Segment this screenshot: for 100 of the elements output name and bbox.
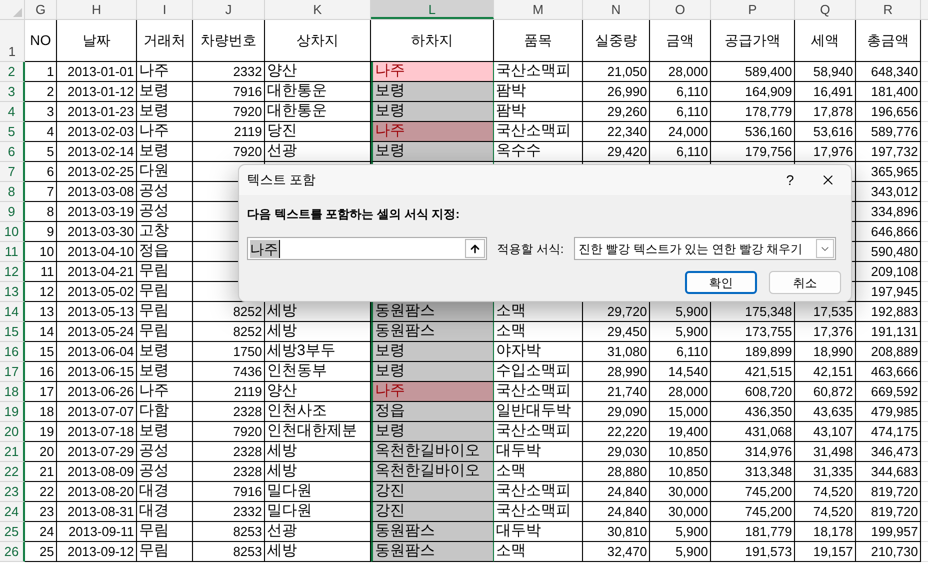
column-title: 거래처 xyxy=(137,20,193,62)
table-cell: 819,720 xyxy=(856,482,921,502)
column-header[interactable]: H xyxy=(57,0,137,19)
table-cell: 11 xyxy=(25,262,57,282)
table-cell: 일반대두박 xyxy=(494,402,583,422)
row-header[interactable]: 21 xyxy=(0,442,25,462)
table-cell: 3 xyxy=(25,102,57,122)
table-cell: 22 xyxy=(25,482,57,502)
table-cell: 14,540 xyxy=(650,362,711,382)
table-cell: 2013-09-11 xyxy=(57,522,137,542)
table-cell: 강진 xyxy=(371,502,494,522)
row-header[interactable]: 24 xyxy=(0,502,25,522)
table-cell: 22,220 xyxy=(583,422,650,442)
row-header[interactable]: 23 xyxy=(0,482,25,502)
table-cell: 189,899 xyxy=(711,342,795,362)
collapse-button[interactable] xyxy=(465,239,485,258)
table-cell: 5,900 xyxy=(650,302,711,322)
table-cell: 16,491 xyxy=(795,82,856,102)
table-cell: 479,985 xyxy=(856,402,921,422)
table-cell: 야자박 xyxy=(494,342,583,362)
dialog-prompt: 다음 텍스트를 포함하는 셀의 서식 지정: xyxy=(247,206,461,223)
row-header[interactable]: 6 xyxy=(0,142,25,162)
table-cell: 인천대한제분 xyxy=(265,422,371,442)
row-header[interactable]: 3 xyxy=(0,82,25,102)
column-title: 상차지 xyxy=(265,20,371,62)
table-cell: 2013-03-19 xyxy=(57,202,137,222)
row-header[interactable]: 17 xyxy=(0,362,25,382)
column-header[interactable]: R xyxy=(856,0,921,19)
table-cell: 2013-01-12 xyxy=(57,82,137,102)
column-header[interactable]: O xyxy=(650,0,711,19)
table-cell: 58,940 xyxy=(795,62,856,82)
table-cell: 2013-08-20 xyxy=(57,482,137,502)
row-header[interactable]: 26 xyxy=(0,542,25,562)
row-header[interactable]: 18 xyxy=(0,382,25,402)
row-header[interactable]: 7 xyxy=(0,162,25,182)
row-header[interactable]: 19 xyxy=(0,402,25,422)
table-cell: 5,900 xyxy=(650,322,711,342)
table-cell: 21,740 xyxy=(583,382,650,402)
column-header[interactable]: G xyxy=(25,0,57,19)
table-cell: 17,976 xyxy=(795,142,856,162)
table-cell: 590,480 xyxy=(856,242,921,262)
row-header[interactable]: 5 xyxy=(0,122,25,142)
table-cell: 7920 xyxy=(193,102,265,122)
format-dropdown[interactable]: 진한 빨강 텍스트가 있는 연한 빨강 채우기 xyxy=(574,237,836,260)
row-header[interactable]: 4 xyxy=(0,102,25,122)
row-header[interactable]: 13 xyxy=(0,282,25,302)
column-header[interactable]: P xyxy=(711,0,795,19)
row-header[interactable]: 10 xyxy=(0,222,25,242)
column-header[interactable]: M xyxy=(494,0,583,19)
table-cell: 28,880 xyxy=(583,462,650,482)
table-cell: 보령 xyxy=(137,82,193,102)
column-header[interactable]: N xyxy=(583,0,650,19)
column-header[interactable]: J xyxy=(193,0,265,19)
table-cell: 선광 xyxy=(265,522,371,542)
table-cell: 463,666 xyxy=(856,362,921,382)
table-cell: 무림 xyxy=(137,282,193,302)
ok-button[interactable]: 확인 xyxy=(685,271,757,294)
column-header[interactable]: L xyxy=(371,0,494,19)
table-cell: 745,200 xyxy=(711,482,795,502)
row-header[interactable]: 9 xyxy=(0,202,25,222)
table-cell: 208,889 xyxy=(856,342,921,362)
table-cell: 세방 xyxy=(265,462,371,482)
row-header[interactable]: 8 xyxy=(0,182,25,202)
table-cell: 2013-04-10 xyxy=(57,242,137,262)
column-header[interactable]: Q xyxy=(795,0,856,19)
row-header[interactable]: 16 xyxy=(0,342,25,362)
table-cell: 2013-06-15 xyxy=(57,362,137,382)
table-cell: 밀다원 xyxy=(265,482,371,502)
row-header[interactable]: 1 xyxy=(0,20,25,62)
table-cell: 8252 xyxy=(193,302,265,322)
row-header[interactable]: 12 xyxy=(0,262,25,282)
column-header[interactable]: I xyxy=(137,0,193,19)
table-cell: 옥천한길바이오 xyxy=(371,462,494,482)
row-header[interactable]: 25 xyxy=(0,522,25,542)
help-button[interactable]: ? xyxy=(775,170,805,190)
table-cell: 2328 xyxy=(193,402,265,422)
table-cell: 196,656 xyxy=(856,102,921,122)
table-cell: 346,473 xyxy=(856,442,921,462)
table-cell: 대두박 xyxy=(494,522,583,542)
table-cell: 대두박 xyxy=(494,442,583,462)
row-header[interactable]: 14 xyxy=(0,302,25,322)
dialog-title: 텍스트 포함 xyxy=(247,171,316,190)
table-cell: 동원팜스 xyxy=(371,542,494,562)
table-cell: 10,850 xyxy=(650,462,711,482)
table-cell: 6,110 xyxy=(650,342,711,362)
table-cell: 공성 xyxy=(137,182,193,202)
row-header[interactable]: 15 xyxy=(0,322,25,342)
table-cell: 2013-03-08 xyxy=(57,182,137,202)
text-input-field[interactable]: 나주 xyxy=(247,237,487,260)
column-title: 실중량 xyxy=(583,20,650,62)
row-header[interactable]: 11 xyxy=(0,242,25,262)
table-cell: 18 xyxy=(25,402,57,422)
table-cell: 431,068 xyxy=(711,422,795,442)
column-title: 품목 xyxy=(494,20,583,62)
table-cell: 대한통운 xyxy=(265,102,371,122)
row-header[interactable]: 22 xyxy=(0,462,25,482)
table-cell: 2013-01-23 xyxy=(57,102,137,122)
table-cell: 옥수수 xyxy=(494,142,583,162)
row-header[interactable]: 2 xyxy=(0,62,25,82)
row-header[interactable]: 20 xyxy=(0,422,25,442)
